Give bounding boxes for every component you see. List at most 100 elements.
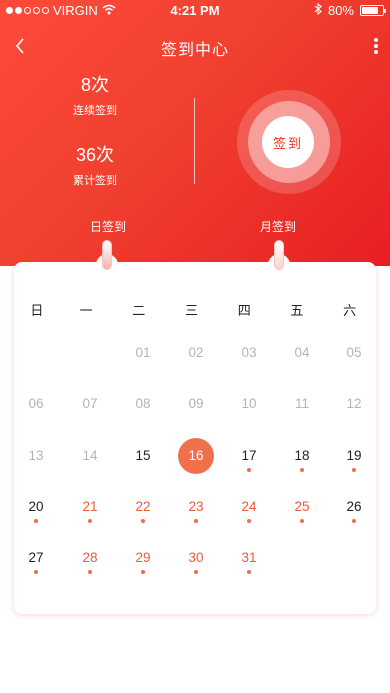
calendar-day[interactable]: 08 — [123, 395, 163, 431]
day-number: 22 — [135, 499, 151, 514]
calendar-day[interactable]: 20 — [16, 498, 56, 534]
weekday-label: 五 — [290, 303, 304, 318]
day-number: 07 — [82, 396, 98, 411]
total-label: 累计签到 — [73, 175, 117, 187]
day-number: 10 — [241, 396, 257, 411]
day-number: 12 — [346, 396, 362, 411]
calendar-day[interactable]: 17 — [229, 447, 269, 483]
tab-day-sign[interactable]: 日签到 — [90, 218, 126, 235]
calendar-day[interactable]: 05 — [334, 344, 374, 380]
calendar-day[interactable]: 01 — [123, 344, 163, 380]
day-number: 31 — [241, 550, 257, 565]
day-number: 17 — [241, 448, 257, 463]
calendar-day[interactable]: 02 — [176, 344, 216, 380]
signed-dot — [247, 570, 251, 574]
calendar-day[interactable]: 29 — [123, 549, 163, 585]
bluetooth-icon — [314, 2, 322, 18]
day-number: 30 — [188, 550, 204, 565]
weekday-label: 一 — [79, 303, 93, 318]
signed-dot — [300, 468, 304, 472]
signed-dot — [141, 519, 145, 523]
weekday-label: 三 — [185, 303, 199, 318]
calendar-day[interactable]: 11 — [282, 395, 322, 431]
day-number: 09 — [188, 396, 204, 411]
calendar-day[interactable]: 07 — [70, 395, 110, 431]
day-number: 06 — [28, 396, 44, 411]
day-number: 29 — [135, 550, 151, 565]
status-right: 80% — [314, 2, 386, 18]
stats-panel: 8次 连续签到 36次 累计签到 — [40, 72, 150, 190]
day-number: 23 — [188, 499, 204, 514]
signed-dot — [88, 570, 92, 574]
day-number: 24 — [241, 499, 257, 514]
signed-dot — [247, 468, 251, 472]
day-number: 02 — [188, 345, 204, 360]
calendar-day[interactable]: 26 — [334, 498, 374, 534]
calendar-day[interactable]: 28 — [70, 549, 110, 585]
signed-dot — [352, 468, 356, 472]
tab-month-sign[interactable]: 月签到 — [260, 218, 296, 235]
status-bar: VIRGIN 4:21 PM 80% — [0, 0, 390, 22]
calendar-day[interactable]: 22 — [123, 498, 163, 534]
more-icon — [374, 38, 378, 42]
day-number: 01 — [135, 345, 151, 360]
weekday-header: 日 一 二 三 四 五 六 — [14, 300, 376, 319]
more-icon-dot — [374, 50, 378, 54]
day-number: 11 — [294, 396, 309, 411]
calendar-day[interactable]: 30 — [176, 549, 216, 585]
page-title: 签到中心 — [160, 42, 229, 59]
calendar-day[interactable]: 04 — [282, 344, 322, 380]
day-number: 21 — [82, 499, 98, 514]
signed-dot — [34, 519, 38, 523]
calendar-day[interactable]: 14 — [70, 447, 110, 483]
signed-dot — [300, 519, 304, 523]
binder-ring-left — [102, 240, 112, 270]
battery-fill — [362, 7, 378, 14]
calendar-day[interactable]: 24 — [229, 498, 269, 534]
day-number: 20 — [28, 499, 44, 514]
calendar-day-today[interactable]: 16 — [178, 438, 214, 474]
signed-dot — [88, 519, 92, 523]
nav-bar: 签到中心 — [0, 28, 390, 64]
more-icon-dot — [374, 44, 378, 48]
calendar-day[interactable]: 21 — [70, 498, 110, 534]
signed-dot — [34, 570, 38, 574]
more-button[interactable] — [370, 34, 382, 58]
calendar-day[interactable]: 10 — [229, 395, 269, 431]
calendar-day[interactable]: 06 — [16, 395, 56, 431]
battery-icon — [360, 5, 386, 16]
day-number: 05 — [346, 345, 362, 360]
signed-dot — [352, 519, 356, 523]
weekday-label: 二 — [132, 303, 146, 318]
stats-divider — [194, 98, 195, 184]
weekday-label: 四 — [237, 303, 251, 318]
calendar-day[interactable]: 12 — [334, 395, 374, 431]
calendar-day[interactable]: 09 — [176, 395, 216, 431]
signed-dot — [247, 519, 251, 523]
day-number: 15 — [135, 448, 151, 463]
binder-ring-right — [274, 240, 284, 270]
calendar-day[interactable]: 27 — [16, 549, 56, 585]
calendar-day[interactable]: 19 — [334, 447, 374, 483]
calendar-day[interactable]: 15 — [123, 447, 163, 483]
total-count: 36次 — [75, 145, 115, 165]
battery-percent: 80% — [327, 3, 354, 18]
day-number: 13 — [28, 448, 44, 463]
signed-dot — [194, 519, 198, 523]
sign-in-button[interactable]: 签到 — [262, 116, 314, 168]
day-number: 14 — [82, 448, 98, 463]
day-number: 04 — [294, 345, 310, 360]
calendar-day[interactable]: 23 — [176, 498, 216, 534]
weekday-label: 日 — [30, 303, 44, 318]
day-number: 28 — [82, 550, 98, 565]
calendar-day[interactable]: 18 — [282, 447, 322, 483]
day-number: 18 — [294, 448, 310, 463]
calendar-day[interactable]: 25 — [282, 498, 322, 534]
day-number: 25 — [294, 499, 310, 514]
calendar-day[interactable]: 31 — [229, 549, 269, 585]
day-number: 26 — [346, 499, 362, 514]
calendar-day[interactable]: 03 — [229, 344, 269, 380]
signed-dot — [194, 570, 198, 574]
calendar-day[interactable]: 13 — [16, 447, 56, 483]
weekday-label: 六 — [343, 303, 357, 318]
